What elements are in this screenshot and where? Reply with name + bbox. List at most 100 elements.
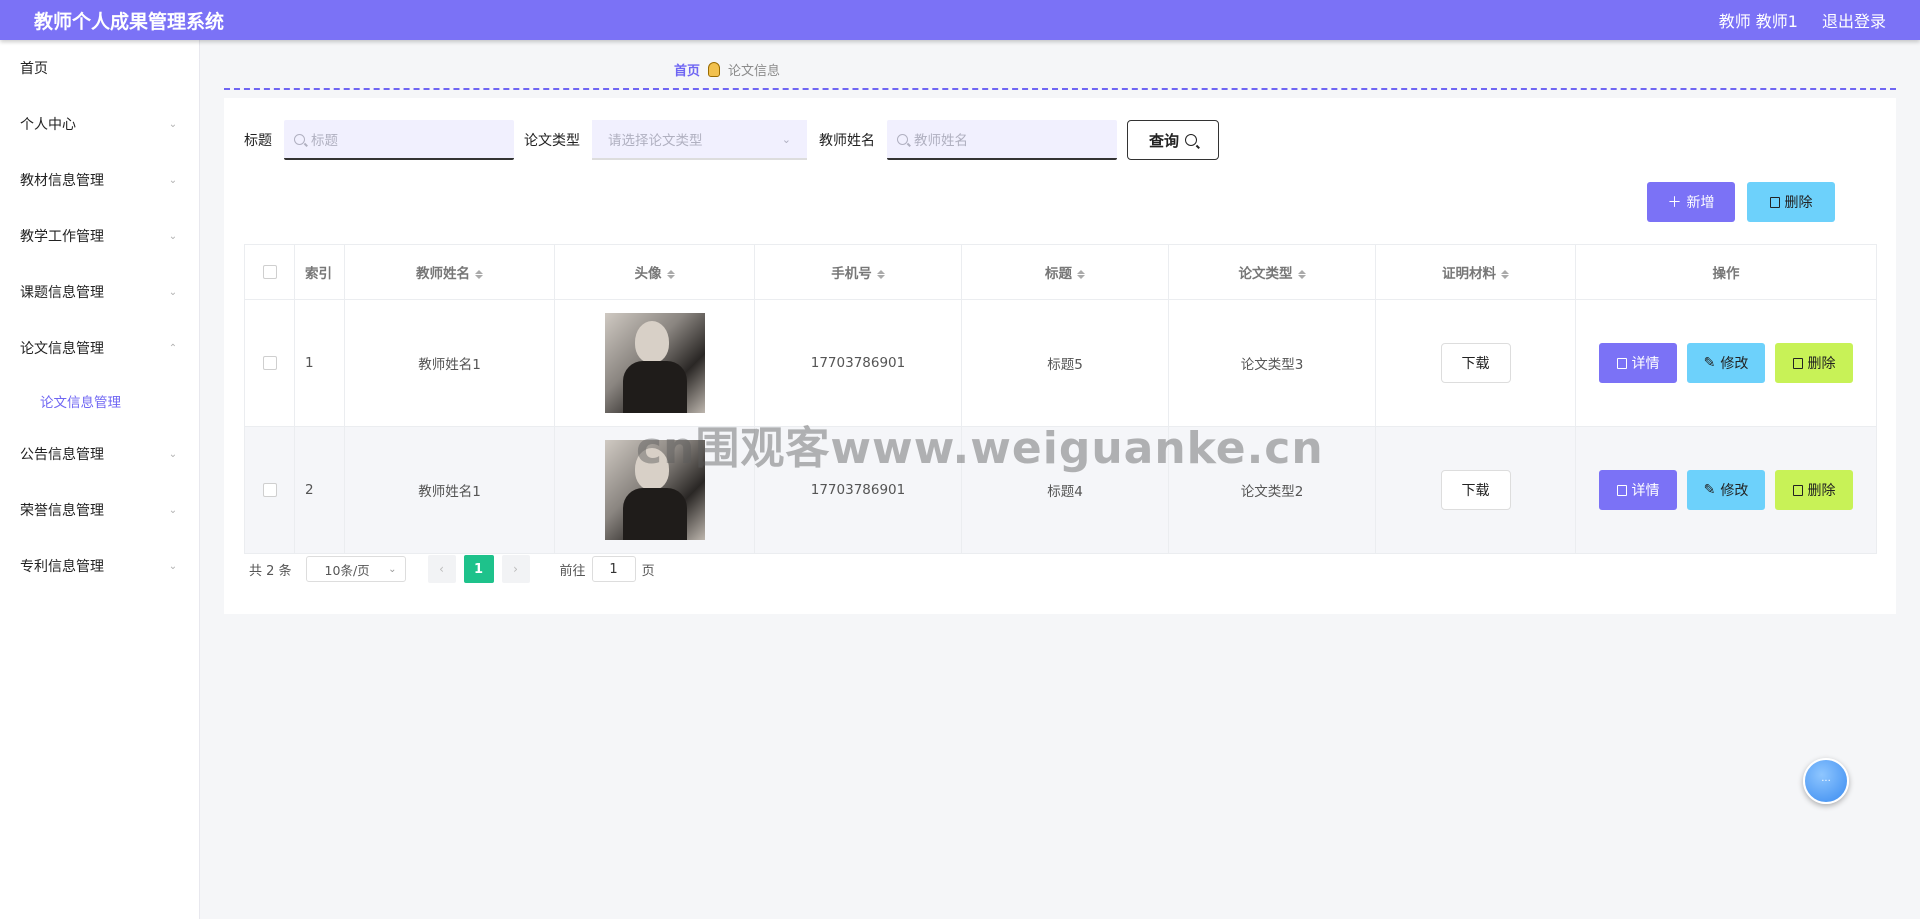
header-avatar[interactable]: 头像 xyxy=(554,244,755,300)
sidebar-item-home[interactable]: 首页 xyxy=(0,40,199,96)
search-icon xyxy=(1185,134,1197,146)
sort-icon[interactable] xyxy=(1501,269,1509,279)
query-button[interactable]: 查询 xyxy=(1127,120,1219,160)
table-row: 1 教师姓名1 17703786901 标题5 论文类型3 下载 详情 ✎ 修改 … xyxy=(244,299,1877,427)
search-icon xyxy=(294,133,305,145)
sidebar-subitem-paper[interactable]: 论文信息管理 xyxy=(0,376,199,426)
select-all-checkbox[interactable] xyxy=(262,265,277,279)
sidebar-item-textbook[interactable]: 教材信息管理 ⌄ xyxy=(0,152,199,208)
top-bar: 教师个人成果管理系统 教师 教师1 退出登录 xyxy=(0,0,1920,40)
type-label: 论文类型 xyxy=(524,133,580,149)
sidebar-item-personal[interactable]: 个人中心 ⌄ xyxy=(0,96,199,152)
table-header-row: 索引 教师姓名 头像 手机号 标题 论文类型 证明材料 操作 xyxy=(244,244,1877,300)
type-select[interactable]: 请选择论文类型 ⌄ xyxy=(592,120,807,160)
sidebar-item-patent[interactable]: 专利信息管理 ⌄ xyxy=(0,538,199,594)
page-size-select[interactable]: 10条/页 ⌄ xyxy=(305,556,406,582)
pencil-icon: ✎ xyxy=(1703,355,1716,371)
chevron-down-icon: ⌄ xyxy=(388,563,397,575)
row-title: 标题4 xyxy=(961,426,1169,554)
prev-page-button[interactable]: ‹ xyxy=(427,555,456,583)
breadcrumb: 首页 论文信息 xyxy=(674,60,780,79)
logout-link[interactable]: 退出登录 xyxy=(1822,8,1886,32)
detail-button[interactable]: 详情 xyxy=(1599,343,1677,383)
row-checkbox[interactable] xyxy=(262,356,277,370)
sidebar-item-paper[interactable]: 论文信息管理 ⌃ xyxy=(0,320,199,376)
document-icon xyxy=(1616,484,1627,496)
header-title[interactable]: 标题 xyxy=(961,244,1169,300)
content-card: 标题 标题 论文类型 请选择论文类型 ⌄ 教师姓名 教师姓名 查询 ＋新增 删除 xyxy=(224,98,1896,614)
avatar[interactable] xyxy=(604,313,705,413)
next-page-button[interactable]: › xyxy=(501,555,530,583)
total-count: 共 2 条 xyxy=(249,563,292,579)
trash-icon xyxy=(1792,357,1803,369)
header-actions: 操作 xyxy=(1575,244,1877,300)
row-type: 论文类型3 xyxy=(1168,299,1376,427)
row-type: 论文类型2 xyxy=(1168,426,1376,554)
delete-button[interactable]: 删除 xyxy=(1775,470,1853,510)
floating-assistant-button[interactable]: ··· xyxy=(1803,758,1849,804)
add-button[interactable]: ＋新增 xyxy=(1647,182,1735,222)
teacher-input[interactable]: 教师姓名 xyxy=(887,120,1117,160)
chevron-down-icon: ⌄ xyxy=(168,560,178,572)
trash-icon xyxy=(1792,484,1803,496)
document-icon xyxy=(1616,357,1627,369)
breadcrumb-current: 论文信息 xyxy=(728,64,781,79)
chevron-down-icon: ⌄ xyxy=(168,174,178,186)
row-phone: 17703786901 xyxy=(754,426,962,554)
header-type[interactable]: 论文类型 xyxy=(1168,244,1376,300)
header-proof[interactable]: 证明材料 xyxy=(1375,244,1576,300)
download-button[interactable]: 下载 xyxy=(1440,343,1511,383)
chevron-down-icon: ⌄ xyxy=(168,118,178,130)
header-phone[interactable]: 手机号 xyxy=(754,244,962,300)
row-phone: 17703786901 xyxy=(754,299,962,427)
row-teacher: 教师姓名1 xyxy=(344,299,555,427)
search-icon xyxy=(897,133,908,145)
plus-icon: ＋ xyxy=(1667,195,1682,211)
avatar[interactable] xyxy=(604,440,705,540)
assistant-icon: ··· xyxy=(1821,775,1831,787)
page-number-current[interactable]: 1 xyxy=(463,555,494,583)
pagination: 共 2 条 10条/页 ⌄ ‹ 1 › 前往 1 页 xyxy=(249,555,655,583)
title-input[interactable]: 标题 xyxy=(284,120,514,160)
edit-button[interactable]: ✎ 修改 xyxy=(1687,343,1765,383)
download-button[interactable]: 下载 xyxy=(1440,470,1511,510)
chevron-down-icon: ⌄ xyxy=(781,132,791,146)
trash-icon xyxy=(1769,196,1780,208)
detail-button[interactable]: 详情 xyxy=(1599,470,1677,510)
sidebar-item-project[interactable]: 课题信息管理 ⌄ xyxy=(0,264,199,320)
row-checkbox[interactable] xyxy=(262,483,277,497)
goto-prefix: 前往 xyxy=(559,563,586,579)
sort-icon[interactable] xyxy=(1077,269,1085,279)
chevron-down-icon: ⌄ xyxy=(168,448,178,460)
app-title: 教师个人成果管理系统 xyxy=(34,10,225,33)
sidebar-item-teaching[interactable]: 教学工作管理 ⌄ xyxy=(0,208,199,264)
sort-icon[interactable] xyxy=(475,269,483,279)
row-index: 2 xyxy=(294,426,345,554)
title-label: 标题 xyxy=(244,133,272,149)
row-title: 标题5 xyxy=(961,299,1169,427)
sidebar-item-honor[interactable]: 荣誉信息管理 ⌄ xyxy=(0,482,199,538)
sort-icon[interactable] xyxy=(876,269,885,279)
row-index: 1 xyxy=(294,299,345,427)
delete-button[interactable]: 删除 xyxy=(1775,343,1853,383)
sidebar: 首页 个人中心 ⌄ 教材信息管理 ⌄ 教学工作管理 ⌄ 课题信息管理 ⌄ 论文信息管理 ⌃… xyxy=(0,40,200,919)
goto-page-input[interactable]: 1 xyxy=(591,556,636,582)
chevron-up-icon: ⌃ xyxy=(168,342,178,354)
header-index: 索引 xyxy=(294,244,345,300)
sort-icon[interactable] xyxy=(666,269,675,279)
teacher-label: 教师姓名 xyxy=(819,133,875,149)
toolbar: ＋新增 删除 xyxy=(1647,182,1835,222)
paper-table: 索引 教师姓名 头像 手机号 标题 论文类型 证明材料 操作 1 教师姓名1 1… xyxy=(244,244,1877,554)
sort-icon[interactable] xyxy=(1297,269,1306,279)
user-name[interactable]: 教师 教师1 xyxy=(1719,8,1798,32)
breadcrumb-divider xyxy=(224,88,1896,90)
select-all-cell xyxy=(244,244,295,300)
goto-suffix: 页 xyxy=(641,563,655,579)
edit-button[interactable]: ✎ 修改 xyxy=(1687,470,1765,510)
sidebar-item-notice[interactable]: 公告信息管理 ⌄ xyxy=(0,426,199,482)
breadcrumb-home[interactable]: 首页 xyxy=(674,60,700,79)
header-teacher[interactable]: 教师姓名 xyxy=(344,244,555,300)
batch-delete-button[interactable]: 删除 xyxy=(1747,182,1835,222)
row-teacher: 教师姓名1 xyxy=(344,426,555,554)
chevron-down-icon: ⌄ xyxy=(168,286,178,298)
